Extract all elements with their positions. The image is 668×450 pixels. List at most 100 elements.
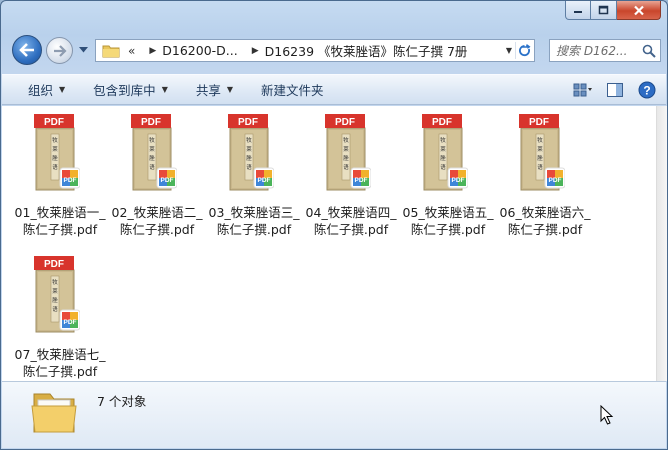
help-icon: ?	[638, 81, 656, 99]
minimize-button[interactable]	[565, 1, 591, 20]
svg-text:牧: 牧	[52, 136, 58, 144]
svg-text:脞: 脞	[246, 154, 252, 162]
svg-text:脞: 脞	[343, 154, 349, 162]
pdf-file-icon: 牧莱脞语 PDF PDF	[519, 114, 565, 191]
help-button[interactable]: ?	[636, 79, 658, 101]
recent-pages-button[interactable]	[77, 43, 89, 57]
chevron-down-icon: ▼	[226, 85, 234, 94]
item-count: 7 个对象	[97, 394, 147, 409]
new-folder-label: 新建文件夹	[261, 83, 324, 98]
file-item[interactable]: 牧莱脞语 PDF PDF 02_牧莱脞语二_ 陈仁子撰.pdf	[109, 106, 205, 237]
preview-pane-button[interactable]	[604, 79, 626, 101]
breadcrumb-segment-parent[interactable]: D16200-D...	[162, 43, 237, 58]
organize-label: 组织	[28, 83, 54, 98]
toolbar-right-group: ?	[572, 79, 658, 101]
chevron-down-icon: ▼	[59, 85, 66, 94]
address-dropdown-icon[interactable]: ▼	[506, 46, 512, 55]
svg-text:牧: 牧	[343, 136, 349, 144]
file-item[interactable]: 牧莱脞语 PDF PDF 07_牧莱脞语七_ 陈仁子撰.pdf	[12, 248, 108, 379]
svg-text:语: 语	[537, 163, 543, 171]
svg-text:?: ?	[643, 84, 650, 98]
pdf-badge-text: PDF	[44, 259, 64, 270]
include-library-label: 包含到库中	[93, 83, 156, 98]
search-box[interactable]	[549, 39, 661, 62]
file-item[interactable]: 牧莱脞语 PDF PDF 05_牧莱脞语五_ 陈仁子撰.pdf	[400, 106, 496, 237]
svg-text:莱: 莱	[440, 145, 446, 153]
svg-text:牧: 牧	[440, 136, 446, 144]
pdf-file-icon: 牧莱脞语 PDF PDF	[34, 114, 80, 191]
change-view-button[interactable]	[572, 79, 594, 101]
mouse-cursor-icon	[600, 405, 614, 425]
breadcrumb-segment-current[interactable]: D16239 《牧莱脞语》陈仁子撰 7册	[265, 41, 468, 60]
file-item[interactable]: 牧莱脞语 PDF PDF 06_牧莱脞语六_ 陈仁子撰.pdf	[497, 106, 593, 237]
file-item[interactable]: 牧莱脞语 PDF PDF 03_牧莱脞语三_ 陈仁子撰.pdf	[206, 106, 302, 237]
folder-large-icon	[31, 393, 77, 433]
file-item[interactable]: 牧莱脞语 PDF PDF 01_牧莱脞语一_ 陈仁子撰.pdf	[12, 106, 108, 237]
pdf-badge-text: PDF	[432, 117, 452, 128]
include-library-menu[interactable]: 包含到库中 ▼	[85, 78, 176, 102]
svg-text:PDF: PDF	[64, 319, 77, 326]
minimize-icon	[574, 11, 582, 13]
svg-text:莱: 莱	[149, 145, 155, 153]
forward-button[interactable]	[46, 37, 73, 64]
pdf-badge-text: PDF	[529, 117, 549, 128]
svg-text:语: 语	[149, 163, 155, 171]
close-button[interactable]	[617, 1, 661, 20]
svg-text:PDF: PDF	[161, 177, 174, 184]
explorer-window: « ▶ D16200-D... ▶ D16239 《牧莱脞语》陈仁子撰 7册 ▼…	[0, 0, 668, 450]
svg-text:脞: 脞	[52, 296, 58, 304]
close-icon	[633, 5, 644, 15]
svg-text:语: 语	[246, 163, 252, 171]
pdf-badge-text: PDF	[141, 117, 161, 128]
svg-text:牧: 牧	[149, 136, 155, 144]
new-folder-button[interactable]: 新建文件夹	[253, 78, 332, 102]
file-name: 05_牧莱脞语五_ 陈仁子撰.pdf	[402, 205, 494, 237]
svg-text:莱: 莱	[52, 287, 58, 295]
pdf-file-icon: 牧莱脞语 PDF PDF	[325, 114, 371, 191]
details-pane: 7 个对象	[2, 381, 666, 448]
file-name: 04_牧莱脞语四_ 陈仁子撰.pdf	[305, 205, 397, 237]
svg-text:脞: 脞	[52, 154, 58, 162]
svg-text:语: 语	[52, 305, 58, 313]
svg-text:语: 语	[52, 163, 58, 171]
address-bar[interactable]: « ▶ D16200-D... ▶ D16239 《牧莱脞语》陈仁子撰 7册 ▼	[95, 39, 535, 62]
svg-text:莱: 莱	[343, 145, 349, 153]
svg-text:莱: 莱	[52, 145, 58, 153]
breadcrumb-separator-icon[interactable]: ▶	[149, 46, 156, 56]
svg-text:语: 语	[440, 163, 446, 171]
svg-text:脞: 脞	[149, 154, 155, 162]
view-grid-icon	[573, 83, 592, 97]
maximize-button[interactable]	[591, 1, 617, 20]
search-input[interactable]	[556, 40, 644, 61]
organize-menu[interactable]: 组织 ▼	[20, 78, 73, 102]
chevron-down-icon: ▼	[161, 85, 168, 94]
file-item[interactable]: 牧莱脞语 PDF PDF 04_牧莱脞语四_ 陈仁子撰.pdf	[303, 106, 399, 237]
vertical-scrollbar[interactable]	[656, 106, 667, 381]
breadcrumb-separator-icon[interactable]: ▶	[252, 46, 259, 56]
caption-buttons	[565, 1, 661, 21]
share-menu[interactable]: 共享 ▼	[188, 78, 241, 102]
pdf-badge-text: PDF	[335, 117, 355, 128]
file-name: 07_牧莱脞语七_ 陈仁子撰.pdf	[14, 347, 106, 379]
file-name: 02_牧莱脞语二_ 陈仁子撰.pdf	[111, 205, 203, 237]
file-list-area[interactable]: 牧莱脞语 PDF PDF 01_牧莱脞语一_ 陈仁子撰.pdf 牧莱脞语 PDF PDF 02…	[2, 106, 656, 381]
pdf-file-icon: 牧莱脞语 PDF PDF	[228, 114, 274, 191]
arrow-right-icon	[53, 44, 67, 57]
search-icon[interactable]	[642, 44, 656, 58]
refresh-button[interactable]	[515, 42, 532, 59]
pdf-file-icon: 牧莱脞语 PDF PDF	[422, 114, 468, 191]
back-button[interactable]	[12, 35, 42, 65]
svg-text:莱: 莱	[246, 145, 252, 153]
preview-pane-icon	[607, 83, 623, 97]
share-label: 共享	[195, 83, 221, 98]
svg-text:语: 语	[343, 163, 349, 171]
svg-text:牧: 牧	[537, 136, 543, 144]
refresh-icon	[518, 44, 530, 57]
svg-text:脞: 脞	[537, 154, 543, 162]
navigation-bar: « ▶ D16200-D... ▶ D16239 《牧莱脞语》陈仁子撰 7册 ▼	[7, 34, 661, 66]
svg-text:牧: 牧	[246, 136, 252, 144]
pdf-file-icon: 牧莱脞语 PDF PDF	[34, 256, 80, 333]
address-overflow-chevron[interactable]: «	[128, 44, 135, 58]
svg-text:PDF: PDF	[355, 177, 368, 184]
pdf-badge-text: PDF	[238, 117, 258, 128]
